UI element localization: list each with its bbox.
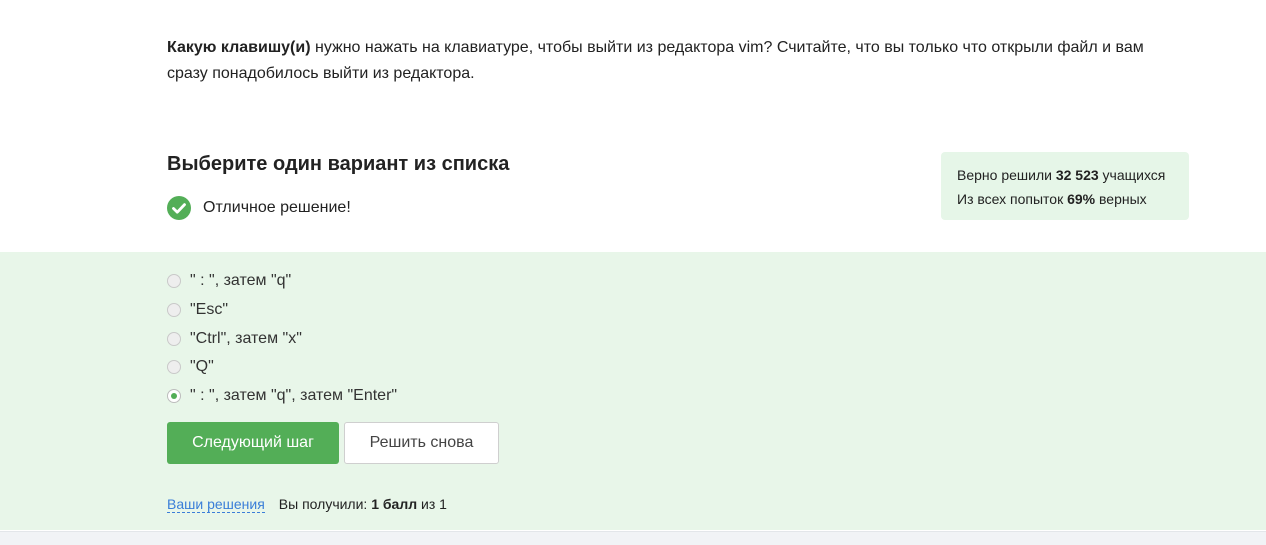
radio-button[interactable] <box>167 303 181 318</box>
score-text: Вы получили: 1 балл из 1 <box>279 496 447 512</box>
stats-solved-suffix: учащихся <box>1098 167 1166 183</box>
your-solutions-link[interactable]: Ваши решения <box>167 496 265 513</box>
stats-attempts-prefix: Из всех попыток <box>957 191 1068 207</box>
option-1[interactable]: " : ", затем "q" <box>167 267 397 296</box>
result-text: Отличное решение! <box>203 199 351 216</box>
stats-solved: Верно решили 32 523 учащихся <box>957 163 1173 187</box>
stats-panel: Верно решили 32 523 учащихся Из всех поп… <box>941 152 1189 220</box>
option-label: " : ", затем "q" <box>190 272 292 290</box>
score-value: 1 балл <box>371 496 418 512</box>
stats-attempts-suffix: верных <box>1095 191 1147 207</box>
score-suffix: из 1 <box>417 496 447 512</box>
radio-button[interactable] <box>167 274 181 289</box>
options-list: " : ", затем "q" "Esc" "Ctrl", затем "x"… <box>167 267 397 410</box>
result-message: Отличное решение! <box>167 196 351 220</box>
retry-button[interactable]: Решить снова <box>344 422 499 464</box>
question-bold: Какую клавишу(и) <box>167 39 311 56</box>
stats-solved-count: 32 523 <box>1055 167 1099 183</box>
option-label: "Q" <box>190 358 214 376</box>
choose-title: Выберите один вариант из списка <box>167 153 510 175</box>
radio-button[interactable] <box>167 331 181 346</box>
bottom-divider <box>0 531 1266 545</box>
option-label: "Ctrl", затем "x" <box>190 329 302 347</box>
question-body: нужно нажать на клавиатуре, чтобы выйти … <box>167 39 1144 82</box>
stats-solved-prefix: Верно решили <box>957 167 1056 183</box>
check-circle-icon <box>167 196 191 220</box>
footer: Ваши решения Вы получили: 1 балл из 1 <box>167 496 447 513</box>
answer-area: " : ", затем "q" "Esc" "Ctrl", затем "x"… <box>0 252 1266 530</box>
next-step-button[interactable]: Следующий шаг <box>167 422 339 464</box>
option-4[interactable]: "Q" <box>167 353 397 382</box>
stats-attempts-percent: 69% <box>1067 191 1096 207</box>
option-label: " : ", затем "q", затем "Enter" <box>190 387 398 405</box>
radio-button-selected[interactable] <box>167 389 181 404</box>
option-2[interactable]: "Esc" <box>167 296 397 325</box>
option-3[interactable]: "Ctrl", затем "x" <box>167 324 397 353</box>
question-text: Какую клавишу(и) нужно нажать на клавиат… <box>167 35 1167 87</box>
radio-button[interactable] <box>167 360 181 375</box>
score-prefix: Вы получили: <box>278 496 372 512</box>
option-label: "Esc" <box>190 301 229 319</box>
option-5[interactable]: " : ", затем "q", затем "Enter" <box>167 382 397 411</box>
stats-attempts: Из всех попыток 69% верных <box>957 187 1173 211</box>
